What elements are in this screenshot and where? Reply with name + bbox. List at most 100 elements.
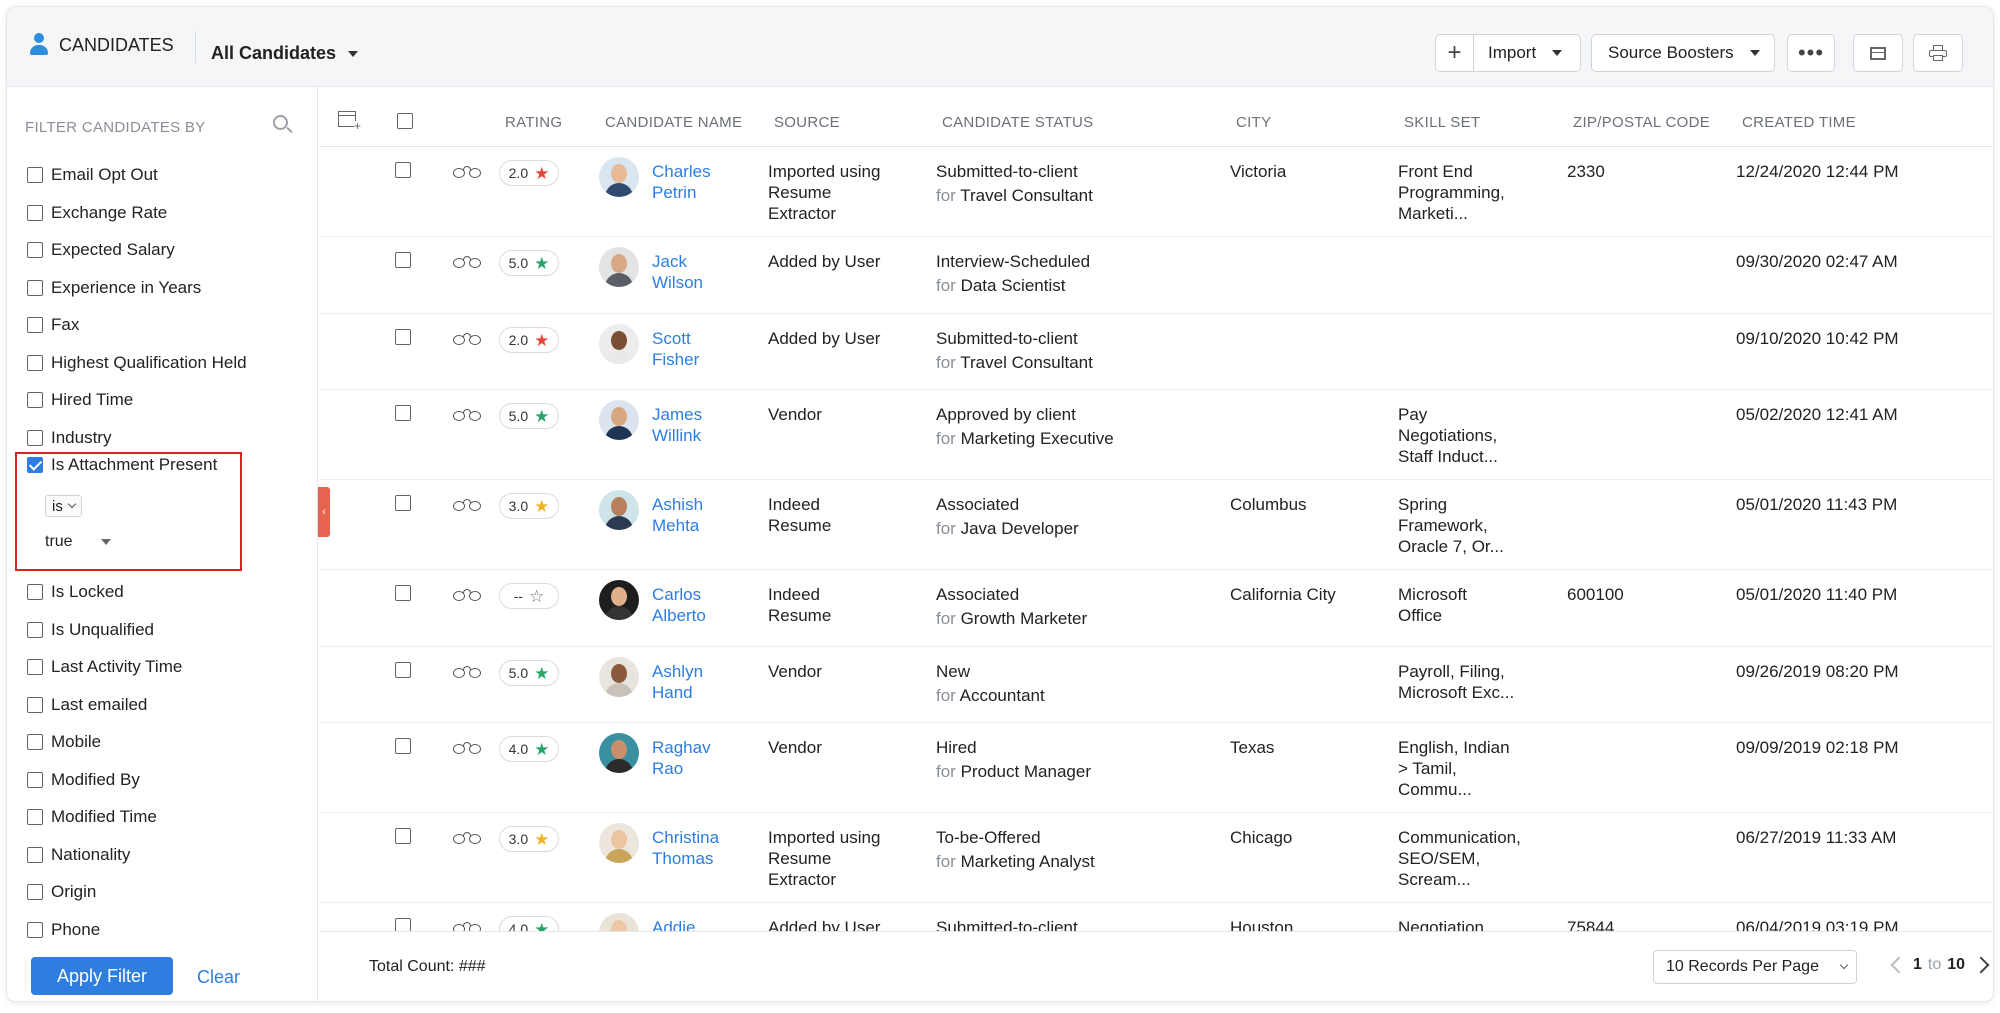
view-selector[interactable]: All Candidates bbox=[211, 43, 359, 64]
rating-badge[interactable]: 5.0 ★ bbox=[499, 660, 559, 686]
filter-checkbox[interactable] bbox=[27, 659, 43, 675]
candidate-name-link[interactable]: Raghav Rao bbox=[652, 737, 711, 779]
rating-badge[interactable]: -- ☆ bbox=[499, 583, 559, 609]
filter-checkbox[interactable] bbox=[27, 584, 43, 600]
filter-item[interactable]: Expected Salary bbox=[27, 240, 175, 260]
rating-badge[interactable]: 3.0 ★ bbox=[499, 826, 559, 852]
candidate-name-link[interactable]: Ashish Mehta bbox=[652, 494, 703, 536]
row-checkbox[interactable] bbox=[395, 918, 411, 931]
filter-item[interactable]: Last emailed bbox=[27, 695, 147, 715]
filter-checkbox[interactable] bbox=[27, 621, 43, 638]
row-checkbox[interactable] bbox=[395, 738, 411, 754]
next-page-icon[interactable] bbox=[1972, 956, 1990, 974]
select-all-checkbox[interactable] bbox=[397, 113, 413, 129]
quick-view-binoculars-icon[interactable] bbox=[453, 165, 483, 179]
table-row[interactable]: 5.0 ★ Jack Wilson Added by User Interview-Sch… bbox=[319, 237, 1993, 314]
source-boosters-button[interactable]: Source Boosters bbox=[1591, 34, 1775, 72]
filter-item[interactable]: Last Activity Time bbox=[27, 657, 182, 677]
quick-view-binoculars-icon[interactable] bbox=[453, 741, 483, 755]
rating-badge[interactable]: 5.0 ★ bbox=[499, 250, 559, 276]
records-per-page-select[interactable]: 10 Records Per Page bbox=[1653, 950, 1857, 984]
rating-badge[interactable]: 5.0 ★ bbox=[499, 403, 559, 429]
row-checkbox[interactable] bbox=[395, 405, 411, 421]
quick-view-binoculars-icon[interactable] bbox=[453, 332, 483, 346]
rating-badge[interactable]: 2.0 ★ bbox=[499, 327, 559, 353]
column-header-skill-set[interactable]: SKILL SET bbox=[1404, 114, 1480, 131]
filter-item[interactable]: Email Opt Out bbox=[27, 165, 158, 185]
table-row[interactable]: 5.0 ★ Ashlyn Hand Vendor New for Accountant Pay… bbox=[319, 647, 1993, 723]
column-settings-icon[interactable]: + bbox=[338, 111, 362, 132]
filter-item[interactable]: Highest Qualification Held bbox=[27, 353, 247, 373]
quick-view-binoculars-icon[interactable] bbox=[453, 665, 483, 679]
candidate-name-link[interactable]: Addie bbox=[652, 917, 695, 931]
filter-item[interactable]: Modified Time bbox=[27, 807, 157, 827]
filter-value-select[interactable]: true bbox=[45, 533, 111, 551]
filter-item[interactable]: Is Unqualified bbox=[27, 620, 154, 640]
add-candidate-button[interactable]: + bbox=[1436, 35, 1474, 71]
rating-badge[interactable]: 3.0 ★ bbox=[499, 493, 559, 519]
table-row[interactable]: 4.0 ★ Addie Added by User Submitted-to-clien… bbox=[319, 903, 1993, 931]
quick-view-binoculars-icon[interactable] bbox=[453, 921, 483, 931]
filter-item[interactable]: Origin bbox=[27, 882, 96, 902]
filter-checkbox[interactable] bbox=[27, 429, 43, 446]
filter-checkbox[interactable] bbox=[27, 457, 43, 473]
candidate-name-link[interactable]: Jack Wilson bbox=[652, 251, 703, 293]
quick-view-binoculars-icon[interactable] bbox=[453, 255, 483, 269]
filter-item[interactable]: Experience in Years bbox=[27, 278, 201, 298]
table-row[interactable]: 2.0 ★ Charles Petrin Imported using Resume Ext… bbox=[319, 147, 1993, 237]
table-row[interactable]: 3.0 ★ Ashish Mehta Indeed Resume Associated for… bbox=[319, 480, 1993, 570]
filter-checkbox[interactable] bbox=[27, 204, 43, 221]
print-button[interactable] bbox=[1913, 34, 1963, 72]
quick-view-binoculars-icon[interactable] bbox=[453, 498, 483, 512]
column-header-candidate-name[interactable]: CANDIDATE NAME bbox=[605, 114, 742, 131]
table-row[interactable]: 5.0 ★ James Willink Vendor Approved by client… bbox=[319, 390, 1993, 480]
apply-filter-button[interactable]: Apply Filter bbox=[31, 957, 173, 995]
import-button[interactable]: Import bbox=[1474, 43, 1536, 63]
column-header-created-time[interactable]: CREATED TIME bbox=[1742, 114, 1856, 131]
filter-is-attachment-present[interactable]: Is Attachment Present bbox=[27, 455, 217, 475]
row-checkbox[interactable] bbox=[395, 329, 411, 345]
row-checkbox[interactable] bbox=[395, 495, 411, 511]
candidate-name-link[interactable]: Carlos Alberto bbox=[652, 584, 706, 626]
filter-checkbox[interactable] bbox=[27, 696, 43, 713]
filter-operator-select[interactable]: is bbox=[45, 495, 82, 517]
table-row[interactable]: -- ☆ Carlos Alberto Indeed Resume Associated fo… bbox=[319, 570, 1993, 647]
quick-view-binoculars-icon[interactable] bbox=[453, 588, 483, 602]
row-checkbox[interactable] bbox=[395, 828, 411, 844]
row-checkbox[interactable] bbox=[395, 585, 411, 601]
filter-checkbox[interactable] bbox=[27, 392, 43, 408]
previous-page-icon[interactable] bbox=[1890, 956, 1908, 974]
filter-item[interactable]: Is Locked bbox=[27, 582, 124, 602]
quick-view-binoculars-icon[interactable] bbox=[453, 831, 483, 845]
import-caret-icon[interactable] bbox=[1552, 50, 1563, 56]
candidate-name-link[interactable]: Scott Fisher bbox=[652, 328, 699, 370]
rating-badge[interactable]: 2.0 ★ bbox=[499, 160, 559, 186]
filter-checkbox[interactable] bbox=[27, 734, 43, 750]
table-view-button[interactable] bbox=[1853, 34, 1903, 72]
filter-checkbox[interactable] bbox=[27, 809, 43, 825]
candidate-name-link[interactable]: Ashlyn Hand bbox=[652, 661, 703, 703]
filter-item[interactable]: Modified By bbox=[27, 770, 140, 790]
column-header-zip[interactable]: ZIP/POSTAL CODE bbox=[1573, 114, 1710, 131]
row-checkbox[interactable] bbox=[395, 252, 411, 268]
filter-checkbox[interactable] bbox=[27, 242, 43, 258]
filter-item[interactable]: Hired Time bbox=[27, 390, 133, 410]
filter-checkbox[interactable] bbox=[27, 279, 43, 296]
filter-checkbox[interactable] bbox=[27, 354, 43, 371]
table-row[interactable]: 2.0 ★ Scott Fisher Added by User Submitted-to… bbox=[319, 314, 1993, 390]
table-row[interactable]: 4.0 ★ Raghav Rao Vendor Hired for Product Mana… bbox=[319, 723, 1993, 813]
candidate-name-link[interactable]: Christina Thomas bbox=[652, 827, 719, 869]
filter-checkbox[interactable] bbox=[27, 317, 43, 333]
filter-checkbox[interactable] bbox=[27, 167, 43, 183]
rating-badge[interactable]: 4.0 ★ bbox=[499, 916, 559, 931]
row-checkbox[interactable] bbox=[395, 162, 411, 178]
search-icon[interactable] bbox=[273, 115, 293, 135]
candidate-name-link[interactable]: James Willink bbox=[652, 404, 702, 446]
filter-item[interactable]: Phone bbox=[27, 920, 100, 940]
filter-item[interactable]: Nationality bbox=[27, 845, 130, 865]
column-header-candidate-status[interactable]: CANDIDATE STATUS bbox=[942, 114, 1093, 131]
quick-view-binoculars-icon[interactable] bbox=[453, 408, 483, 422]
rating-badge[interactable]: 4.0 ★ bbox=[499, 736, 559, 762]
row-checkbox[interactable] bbox=[395, 662, 411, 678]
candidate-name-link[interactable]: Charles Petrin bbox=[652, 161, 711, 203]
